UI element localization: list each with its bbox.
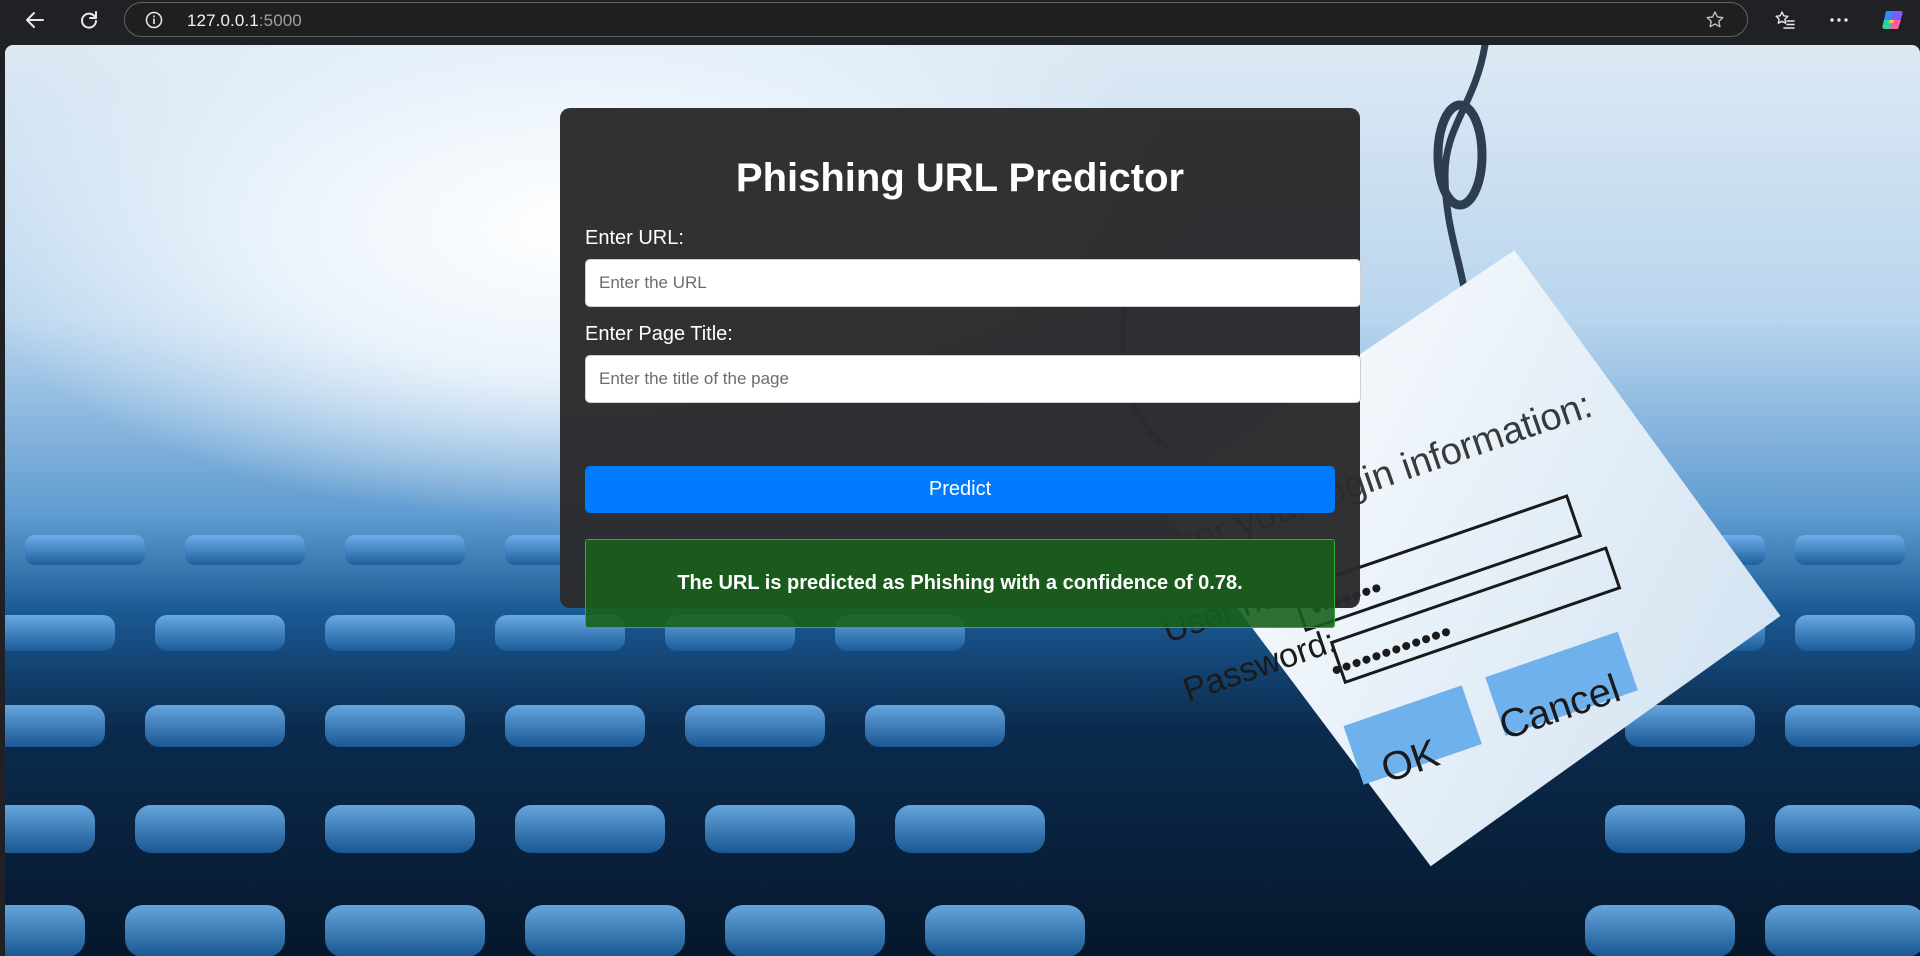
address-bar[interactable]: 127.0.0.1:5000 <box>124 2 1748 37</box>
page-viewport: Enter your login information: User name:… <box>5 45 1920 956</box>
prediction-result-text: The URL is predicted as Phishing with a … <box>677 572 1243 594</box>
page-title-label: Enter Page Title: <box>585 323 733 345</box>
copilot-icon <box>1882 11 1903 29</box>
browser-toolbar: 127.0.0.1:5000 <box>0 0 1920 40</box>
url-port: :5000 <box>258 11 302 30</box>
url-input[interactable] <box>585 259 1361 307</box>
refresh-icon <box>81 11 97 29</box>
refresh-button[interactable] <box>67 4 111 36</box>
predictor-card: Phishing URL Predictor Enter URL: Enter … <box>560 108 1361 628</box>
star-icon[interactable] <box>1705 10 1725 30</box>
back-button[interactable] <box>13 4 57 36</box>
favorites-button[interactable] <box>1765 4 1805 36</box>
more-icon <box>1830 18 1848 22</box>
copilot-button[interactable] <box>1873 4 1913 36</box>
prediction-result: The URL is predicted as Phishing with a … <box>585 539 1335 628</box>
url-label: Enter URL: <box>585 227 684 249</box>
back-arrow-icon <box>26 12 44 28</box>
page-title: Phishing URL Predictor <box>735 156 1185 200</box>
info-icon[interactable] <box>145 11 163 29</box>
url-host: 127.0.0.1 <box>187 11 259 30</box>
favorites-icon <box>1775 11 1795 29</box>
more-button[interactable] <box>1819 4 1859 36</box>
address-url: 127.0.0.1:5000 <box>187 11 302 31</box>
page-title-input[interactable] <box>585 355 1361 403</box>
predict-button[interactable]: Predict <box>585 466 1335 513</box>
